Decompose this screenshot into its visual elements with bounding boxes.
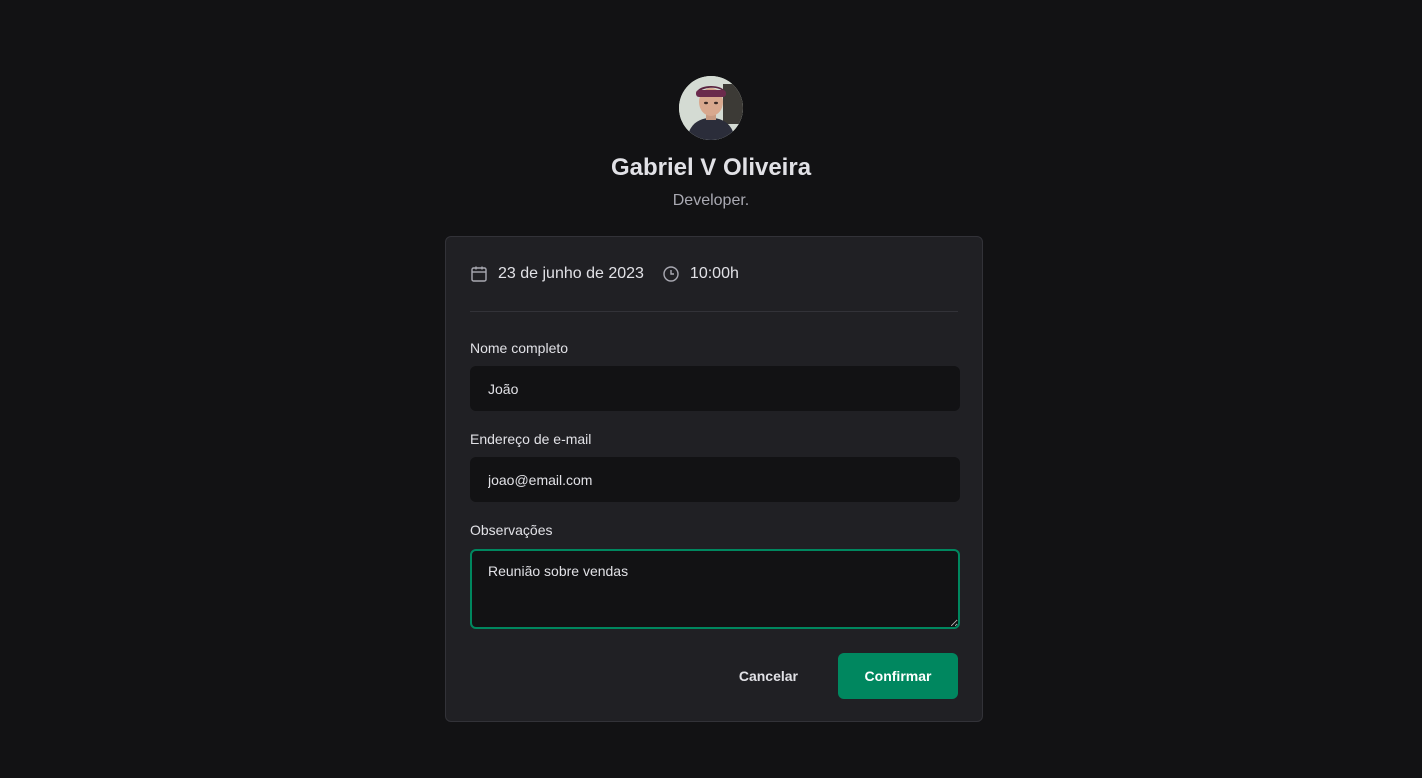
email-label: Endereço de e-mail — [470, 431, 592, 447]
name-field[interactable] — [470, 366, 960, 411]
avatar — [679, 76, 743, 140]
cancel-button[interactable]: Cancelar — [715, 653, 822, 699]
profile-header: Gabriel V Oliveira Developer. — [0, 76, 1422, 212]
schedule-date-text: 23 de junho de 2023 — [498, 265, 644, 282]
name-label: Nome completo — [470, 340, 569, 356]
notes-label: Observações — [470, 522, 553, 538]
schedule-time: 10:00h — [662, 265, 739, 283]
divider — [470, 311, 958, 312]
confirm-button[interactable]: Confirmar — [838, 653, 958, 699]
form-actions: Cancelar Confirmar — [715, 653, 958, 699]
notes-field[interactable]: Reunião sobre vendas — [470, 549, 960, 629]
profile-bio: Developer. — [672, 192, 750, 209]
calendar-icon — [470, 265, 498, 283]
schedule-time-text: 10:00h — [689, 265, 739, 282]
scheduling-page: Gabriel V Oliveira Developer. 23 de junh… — [0, 0, 1422, 778]
schedule-summary: 23 de junho de 2023 10:00h — [470, 263, 958, 285]
profile-name: Gabriel V Oliveira — [610, 154, 812, 181]
schedule-date: 23 de junho de 2023 — [470, 265, 644, 283]
email-field[interactable] — [470, 457, 960, 502]
confirm-form-card: 23 de junho de 2023 10:00h Nome completo… — [445, 236, 983, 722]
clock-icon — [662, 265, 690, 283]
